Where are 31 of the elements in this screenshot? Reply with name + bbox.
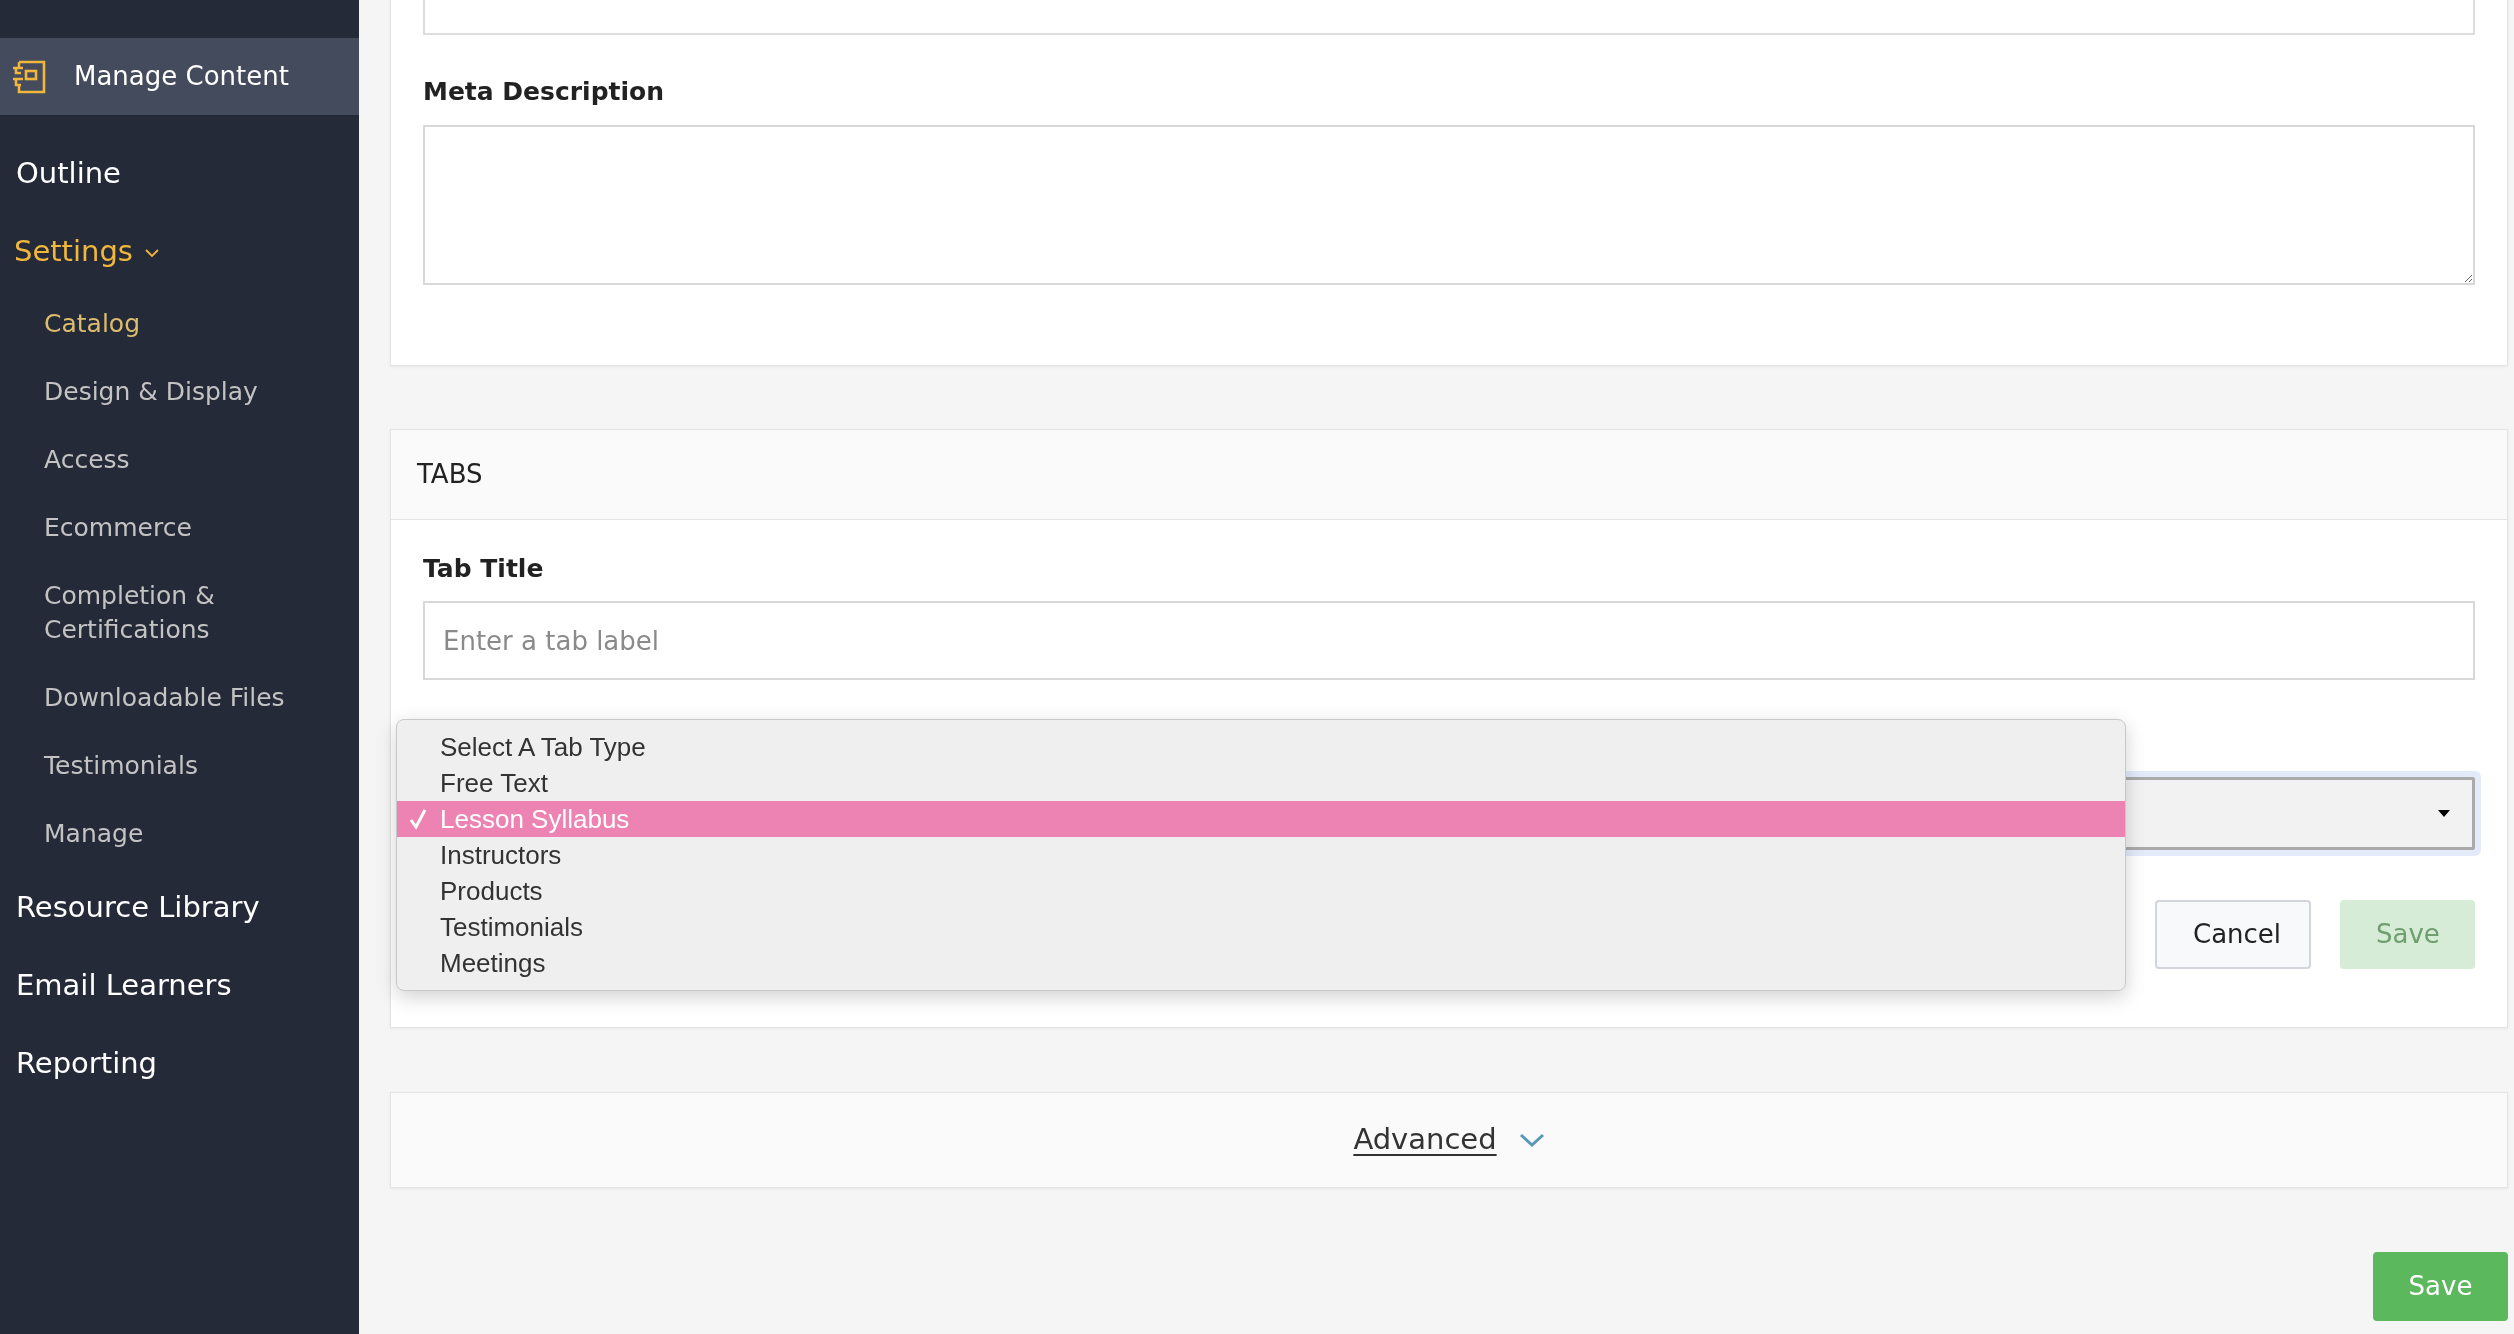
field-label: Meta Description bbox=[423, 76, 666, 108]
textarea-field[interactable] bbox=[423, 124, 2475, 285]
sidebar-item[interactable]: Email Learners bbox=[0, 946, 359, 1024]
sidebar-header[interactable]: Manage Content bbox=[0, 38, 359, 115]
sidebar-subitem[interactable]: Downloadable Files bbox=[0, 664, 359, 732]
sidebar-subitem[interactable]: Access bbox=[0, 426, 359, 494]
sidebar-subitem[interactable]: Manage bbox=[0, 800, 359, 868]
sidebar-subitem[interactable]: Completion & Certifications bbox=[0, 562, 230, 664]
sidebar-item[interactable]: Outline bbox=[0, 134, 359, 212]
section-header: TABS bbox=[391, 429, 2507, 520]
advanced-link[interactable]: Advanced bbox=[1353, 1118, 1497, 1162]
chevron-icon[interactable] bbox=[1518, 1132, 1545, 1148]
module-icon bbox=[12, 59, 46, 94]
sidebar-item[interactable]: Settings bbox=[0, 212, 359, 290]
sidebar-subitem[interactable]: Ecommerce bbox=[0, 494, 359, 562]
field-label: Tab Title bbox=[423, 552, 545, 585]
dropdown-option[interactable]: Select A Tab Type bbox=[397, 728, 2125, 765]
sidebar-item[interactable]: Reporting bbox=[0, 1024, 359, 1102]
sidebar-item[interactable]: Resource Library bbox=[0, 868, 359, 946]
caret-icon bbox=[2438, 810, 2450, 817]
dropdown-option[interactable]: Products bbox=[397, 872, 2125, 909]
cancel-button[interactable]: Cancel bbox=[2155, 900, 2311, 969]
input-field[interactable]: Enter a tab label bbox=[423, 601, 2475, 680]
dropdown-option[interactable]: Instructors bbox=[397, 836, 2125, 873]
dropdown-option[interactable]: Meetings bbox=[397, 944, 2125, 981]
sidebar-subitem[interactable]: Catalog bbox=[0, 290, 359, 358]
sidebar-subitem[interactable]: Design & Display bbox=[0, 358, 359, 426]
sidebar-subitem[interactable]: Testimonials bbox=[0, 732, 359, 800]
dropdown-option[interactable]: Free Text bbox=[397, 764, 2125, 801]
dropdown-option[interactable]: Testimonials bbox=[397, 908, 2125, 945]
checkmark-icon bbox=[409, 807, 427, 830]
